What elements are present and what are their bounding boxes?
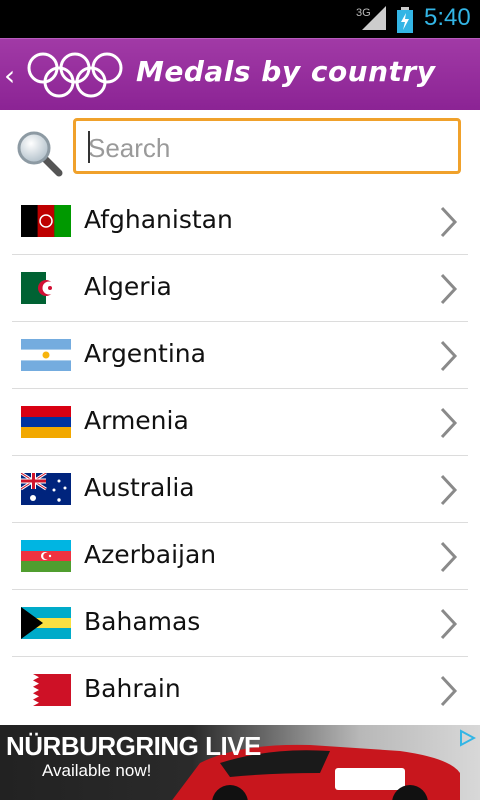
chevron-right-icon [440, 340, 458, 372]
country-list: Afghanistan Algeria Argentina Armenia Austra… [0, 188, 480, 723]
country-name: Afghanistan [84, 205, 233, 234]
country-name: Algeria [84, 272, 172, 301]
chevron-right-icon [440, 474, 458, 506]
algeria-flag-icon [21, 272, 71, 304]
status-bar: 3G 5:40 [0, 0, 480, 38]
olympic-rings-logo[interactable] [26, 51, 124, 101]
chevron-right-icon [440, 608, 458, 640]
chevron-right-icon [440, 675, 458, 707]
country-row[interactable]: Bahamas [12, 590, 468, 657]
chevron-right-icon [440, 407, 458, 439]
chevron-right-icon [440, 273, 458, 305]
search-row [0, 110, 480, 188]
ad-subline: Available now! [42, 761, 152, 780]
country-row[interactable]: Bahrain [12, 657, 468, 723]
australia-flag-icon [21, 473, 71, 505]
country-row[interactable]: Argentina [12, 322, 468, 389]
chevron-right-icon [440, 541, 458, 573]
search-field[interactable] [73, 118, 461, 174]
search-icon [17, 131, 63, 177]
ad-info-icon[interactable] [458, 729, 476, 747]
country-row[interactable]: Azerbaijan [12, 523, 468, 590]
app-bar: ‹ Medals by country [0, 38, 480, 111]
country-name: Argentina [84, 339, 206, 368]
bahrain-flag-icon [21, 674, 71, 706]
country-name: Bahrain [84, 674, 181, 703]
text-cursor [88, 131, 90, 163]
country-name: Australia [84, 473, 195, 502]
country-name: Azerbaijan [84, 540, 217, 569]
back-chevron-icon[interactable]: ‹ [4, 59, 15, 92]
country-name: Bahamas [84, 607, 201, 636]
ad-banner[interactable]: NÜRBURGRING LIVE Available now! [0, 725, 480, 800]
afghanistan-flag-icon [21, 205, 71, 237]
signal-icon [362, 6, 386, 30]
bahamas-flag-icon [21, 607, 71, 639]
clock: 5:40 [424, 4, 471, 31]
ad-headline: NÜRBURGRING LIVE [6, 731, 261, 761]
country-row[interactable]: Algeria [12, 255, 468, 322]
argentina-flag-icon [21, 339, 71, 371]
azerbaijan-flag-icon [21, 540, 71, 572]
page-title: Medals by country [136, 55, 436, 88]
battery-charging-icon [397, 7, 413, 33]
country-name: Armenia [84, 406, 189, 435]
search-input[interactable] [86, 129, 450, 167]
chevron-right-icon [440, 206, 458, 238]
country-row[interactable]: Australia [12, 456, 468, 523]
country-row[interactable]: Afghanistan [12, 188, 468, 255]
country-row[interactable]: Armenia [12, 389, 468, 456]
armenia-flag-icon [21, 406, 71, 438]
